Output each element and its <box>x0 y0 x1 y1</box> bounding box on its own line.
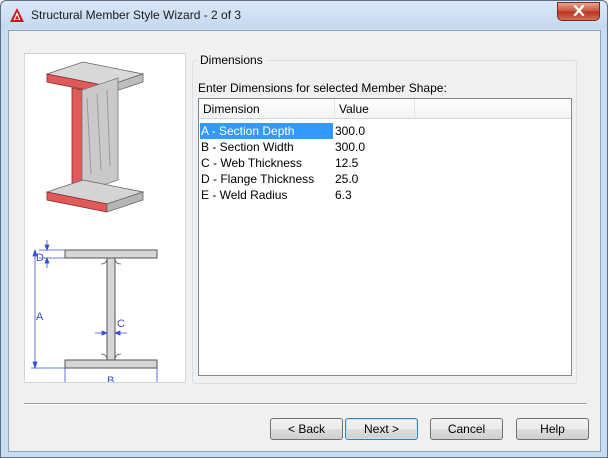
column-header-value[interactable]: Value <box>335 99 415 119</box>
dimensions-list[interactable]: Dimension Value A - Section Depth 300.0 … <box>198 98 572 376</box>
list-row-web-thickness[interactable]: C - Web Thickness 12.5 <box>199 155 571 171</box>
dimension-value[interactable]: 6.3 <box>335 187 352 203</box>
button-separator <box>24 403 587 405</box>
window-title: Structural Member Style Wizard - 2 of 3 <box>31 8 242 22</box>
dimension-name: D - Flange Thickness <box>201 172 315 186</box>
list-rows: A - Section Depth 300.0 B - Section Widt… <box>199 123 571 203</box>
list-row-section-width[interactable]: B - Section Width 300.0 <box>199 139 571 155</box>
member-shape-preview: D A C B <box>24 53 186 394</box>
autocad-logo-icon[interactable] <box>9 7 25 23</box>
i-beam-illustration: D A C B <box>31 61 159 394</box>
next-button[interactable]: Next > <box>345 418 418 440</box>
dimension-value[interactable]: 300.0 <box>335 139 365 155</box>
close-icon <box>573 4 585 19</box>
diagram-label-d: D <box>36 252 44 264</box>
list-row-weld-radius[interactable]: E - Weld Radius 6.3 <box>199 187 571 203</box>
dimensions-group-title: Dimensions <box>197 53 266 67</box>
close-button[interactable] <box>557 2 600 21</box>
diagram-label-a: A <box>36 311 44 323</box>
dimension-name: C - Web Thickness <box>201 156 302 170</box>
list-row-section-depth[interactable]: A - Section Depth 300.0 <box>199 123 571 139</box>
wizard-body: D A C B Dimensions Enter Dimensions for … <box>8 30 601 452</box>
dimension-value[interactable]: 25.0 <box>335 171 358 187</box>
list-header: Dimension Value <box>199 99 571 119</box>
title-bar[interactable]: Structural Member Style Wizard - 2 of 3 <box>1 1 607 29</box>
wizard-window: Structural Member Style Wizard - 2 of 3 <box>0 0 608 458</box>
dimension-name: B - Section Width <box>201 140 294 154</box>
column-header-dimension[interactable]: Dimension <box>199 99 335 119</box>
dimension-value[interactable]: 300.0 <box>335 123 365 139</box>
dimensions-prompt: Enter Dimensions for selected Member Sha… <box>198 81 447 95</box>
diagram-label-c: C <box>117 318 125 330</box>
cancel-button[interactable]: Cancel <box>430 418 503 440</box>
help-button[interactable]: Help <box>516 418 589 440</box>
dimension-name: E - Weld Radius <box>201 188 288 202</box>
dimension-value[interactable]: 12.5 <box>335 155 358 171</box>
back-button[interactable]: < Back <box>270 418 343 440</box>
diagram-label-b: B <box>107 375 114 382</box>
list-row-flange-thickness[interactable]: D - Flange Thickness 25.0 <box>199 171 571 187</box>
dimension-name: A - Section Depth <box>200 123 333 139</box>
